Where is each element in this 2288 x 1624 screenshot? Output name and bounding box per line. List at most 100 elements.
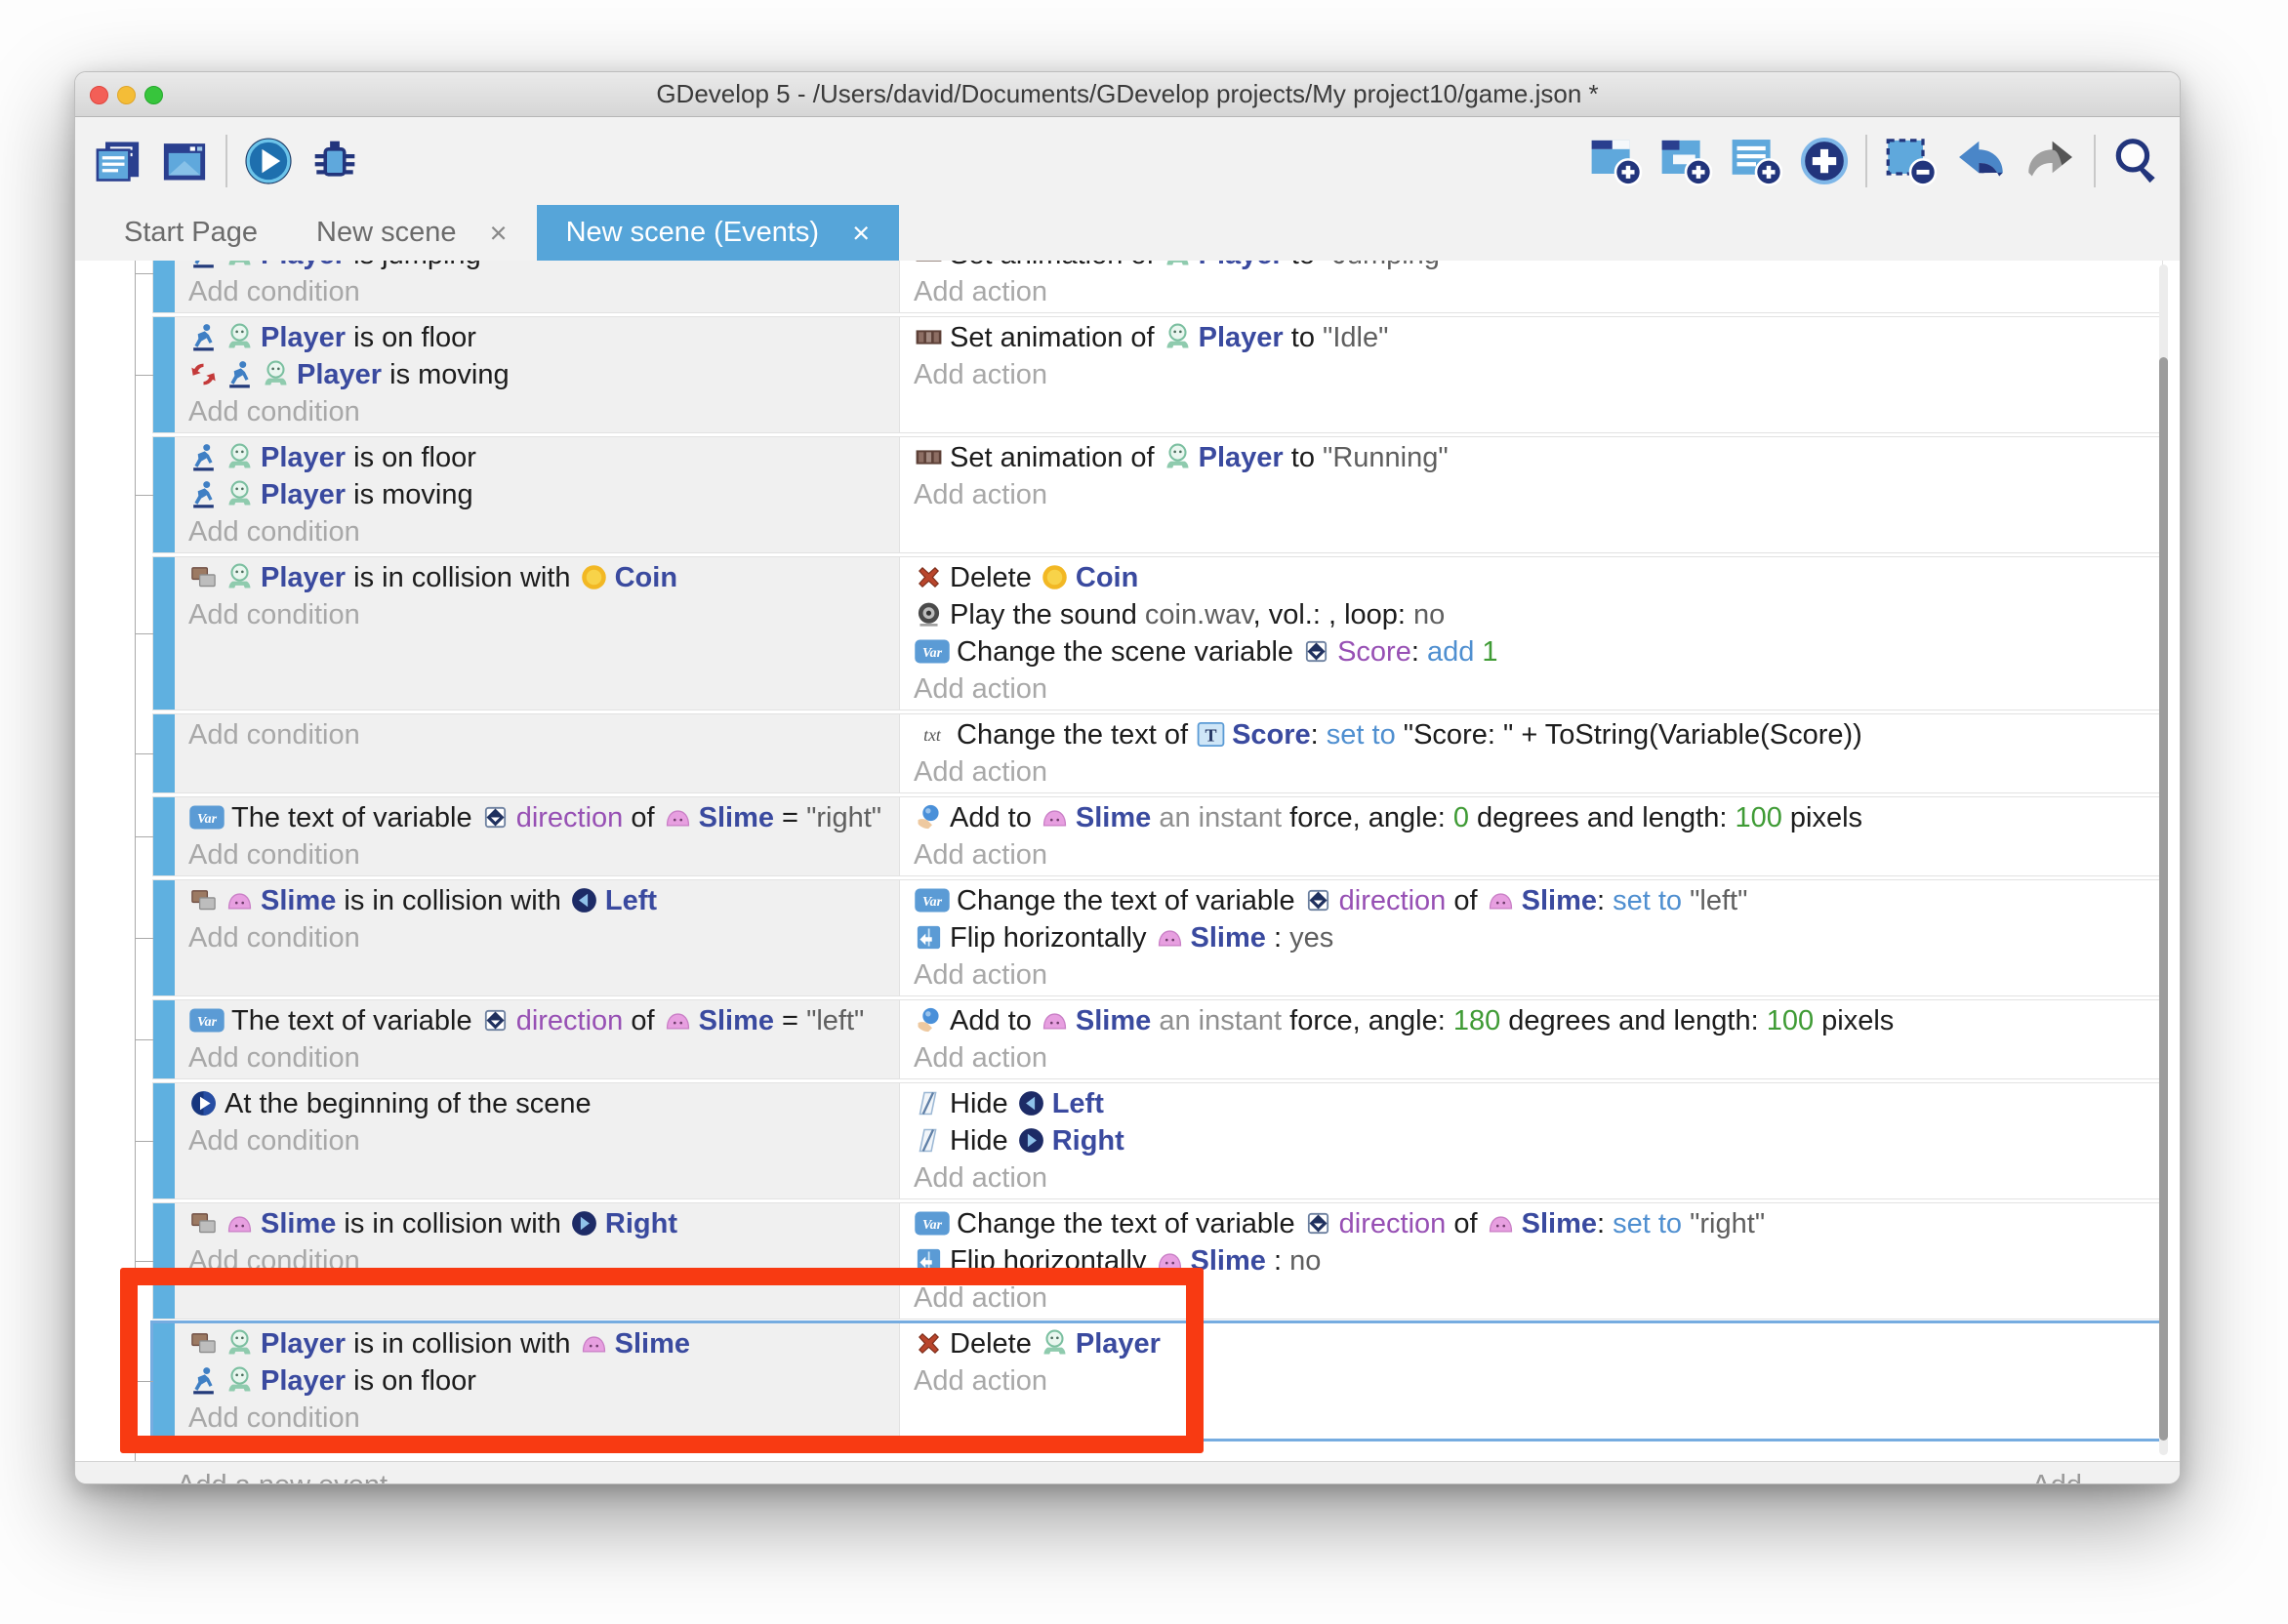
add-action-button[interactable]: Add action [900,1039,2162,1076]
condition-line[interactable]: Player is on floor [175,319,899,356]
condition-line[interactable]: Player is moving [175,356,899,393]
text-segment: Player [261,442,346,473]
text-segment: Right [605,1208,677,1239]
add-comment-icon[interactable] [1729,136,1783,186]
add-condition-button[interactable]: Add condition [175,513,899,550]
title-bar[interactable]: GDevelop 5 - /Users/david/Documents/GDev… [75,72,2180,117]
action-line[interactable]: Flip horizontally Slime : yes [900,919,2162,956]
condition-line[interactable]: Player is jumping [175,261,899,273]
action-line[interactable]: Add to Slime an instant force, angle: 18… [900,1002,2162,1039]
add-condition-button[interactable]: Add condition [175,1122,899,1159]
add-event-icon[interactable] [1588,136,1643,186]
text-segment: Slime [1522,1208,1597,1239]
event-drag-bar[interactable] [153,797,175,875]
text-segment: Score [1337,636,1411,668]
event-row[interactable]: VarThe text of variable direction of Sli… [152,999,2163,1079]
text-object-icon: T [1196,719,1226,750]
condition-line[interactable]: At the beginning of the scene [175,1085,899,1122]
event-drag-bar[interactable] [153,1083,175,1198]
event-row[interactable]: Slime is in collision with LeftAdd condi… [152,879,2163,996]
event-drag-bar[interactable] [153,1000,175,1078]
action-line[interactable]: Set animation of Player to "Idle" [900,319,2162,356]
add-circle-icon[interactable] [1799,136,1850,186]
add-condition-button[interactable]: Add condition [175,596,899,633]
var-icon: Var [914,885,951,915]
event-drag-bar[interactable] [153,557,175,710]
action-line[interactable]: Set animation of Player to "Jumping" [900,261,2162,273]
scrollbar-thumb[interactable] [2159,357,2168,1441]
text-segment: is in collision with [346,562,579,593]
text-segment: Change the text of variable [957,1208,1303,1239]
condition-line[interactable]: Player is in collision with Coin [175,559,899,596]
event-row[interactable]: Add conditiontxtChange the text of TScor… [152,713,2163,793]
close-tab-icon[interactable]: × [490,218,508,248]
add-condition-button[interactable]: Add condition [175,919,899,956]
event-drag-bar[interactable] [153,261,175,312]
add-action-button[interactable]: Add action [900,836,2162,873]
add-condition-button[interactable]: Add condition [175,393,899,430]
tab-start-page[interactable]: Start Page [95,205,287,261]
action-line[interactable]: Hide Left [900,1085,2162,1122]
coin-icon [1040,562,1070,592]
condition-line[interactable]: Slime is in collision with Right [175,1205,899,1242]
action-line[interactable]: Hide Right [900,1122,2162,1159]
search-icon[interactable] [2111,136,2162,186]
add-button[interactable]: Add [2031,1470,2082,1484]
undo-icon[interactable] [1953,136,2008,186]
condition-line[interactable]: Player is on floor [175,439,899,476]
text-segment: direction [516,1005,624,1036]
add-action-button[interactable]: Add action [900,476,2162,513]
add-condition-button[interactable]: Add condition [175,1039,899,1076]
event-row[interactable]: Player is on floorPlayer is movingAdd co… [152,316,2163,433]
action-line[interactable]: VarChange the text of variable direction… [900,1205,2162,1242]
action-line[interactable]: Play the sound coin.wav, vol.: , loop: n… [900,596,2162,633]
event-row[interactable]: Player is in collision with CoinAdd cond… [152,556,2163,710]
event-row[interactable]: At the beginning of the sceneAdd conditi… [152,1082,2163,1199]
scene-editor-icon[interactable] [159,138,210,184]
add-condition-button[interactable]: Add condition [175,836,899,873]
action-line[interactable]: txtChange the text of TScore: set to "Sc… [900,716,2162,753]
annotation-highlight-box [120,1268,1204,1453]
event-row[interactable]: Player is on floorPlayer is movingAdd co… [152,436,2163,553]
text-segment: is jumping [346,261,481,270]
redo-icon[interactable] [2023,136,2078,186]
event-row[interactable]: Player is jumpingAdd conditionSet animat… [152,261,2163,313]
text-segment: direction [1339,1208,1447,1239]
condition-line[interactable]: Slime is in collision with Left [175,882,899,919]
add-new-event-button[interactable]: Add a new event [177,1470,388,1484]
delete-event-icon[interactable] [1883,136,1938,186]
bottom-bar: Add a new event Add [75,1461,2180,1484]
tab-new-scene-events-[interactable]: New scene (Events)× [537,205,900,261]
action-line[interactable]: VarChange the text of variable direction… [900,882,2162,919]
project-manager-icon[interactable] [93,138,143,184]
text-segment: "right" [806,802,881,833]
event-drag-bar[interactable] [153,317,175,432]
add-action-button[interactable]: Add action [900,1159,2162,1197]
add-action-button[interactable]: Add action [900,670,2162,708]
add-condition-button[interactable]: Add condition [175,273,899,310]
event-row[interactable]: VarThe text of variable direction of Sli… [152,796,2163,876]
text-segment: Player [297,359,382,390]
add-action-button[interactable]: Add action [900,273,2162,310]
collision-icon [188,1208,219,1238]
add-action-button[interactable]: Add action [900,356,2162,393]
action-line[interactable]: Add to Slime an instant force, angle: 0 … [900,799,2162,836]
add-action-button[interactable]: Add action [900,753,2162,791]
condition-line[interactable]: VarThe text of variable direction of Sli… [175,1002,899,1039]
action-line[interactable]: Set animation of Player to "Running" [900,439,2162,476]
play-icon[interactable] [243,136,294,186]
debug-icon[interactable] [309,136,360,186]
add-subevent-icon[interactable] [1658,136,1713,186]
tab-new-scene[interactable]: New scene× [287,205,537,261]
event-drag-bar[interactable] [153,880,175,995]
action-line[interactable]: Delete Coin [900,559,2162,596]
condition-line[interactable]: VarThe text of variable direction of Sli… [175,799,899,836]
add-condition-button[interactable]: Add condition [175,716,899,753]
tab-label: Start Page [124,217,258,249]
event-drag-bar[interactable] [153,714,175,792]
condition-line[interactable]: Player is moving [175,476,899,513]
action-line[interactable]: VarChange the scene variable Score: add … [900,633,2162,670]
close-tab-icon[interactable]: × [852,218,870,248]
add-action-button[interactable]: Add action [900,956,2162,994]
event-drag-bar[interactable] [153,437,175,552]
